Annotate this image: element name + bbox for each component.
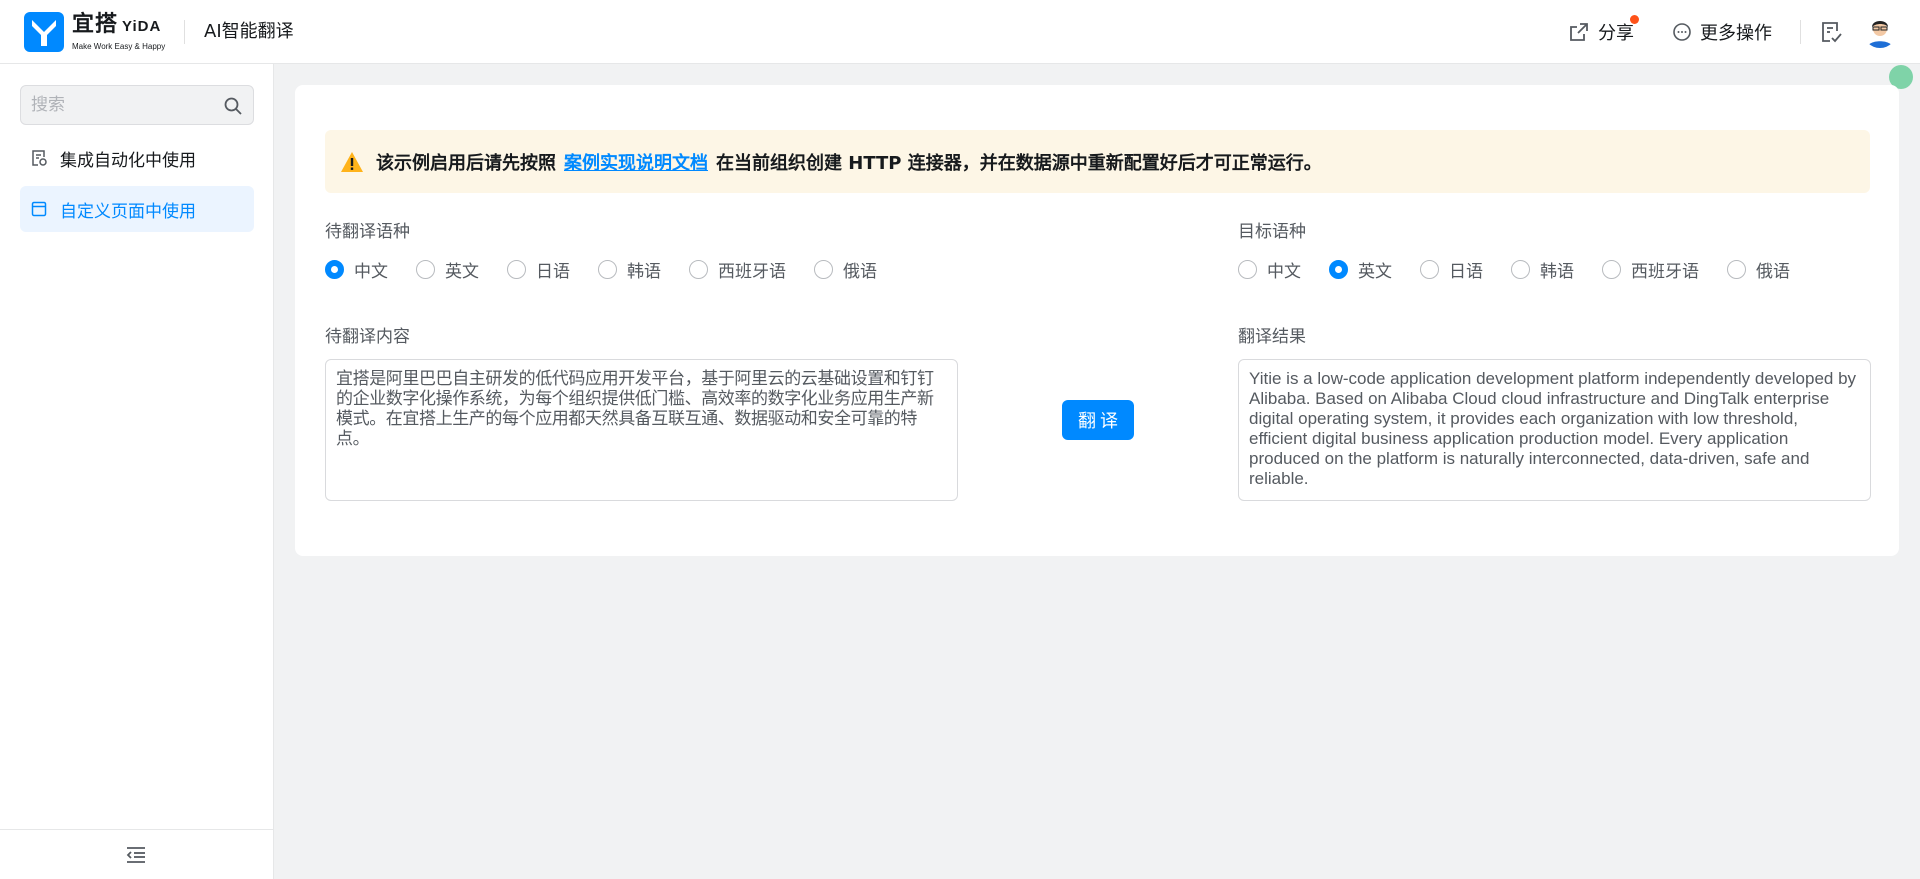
brand-name: 宜搭 bbox=[72, 12, 119, 37]
avatar-icon bbox=[1863, 14, 1897, 48]
header-divider bbox=[184, 20, 185, 44]
source-language-radio-group: 中文 英文 日语 韩语 西班牙语 俄语 bbox=[325, 257, 905, 282]
notification-dot bbox=[1630, 15, 1639, 24]
page-icon bbox=[31, 201, 47, 217]
source-text-area[interactable]: 宜搭是阿里巴巴自主研发的低代码应用开发平台，基于阿里云的云基础设置和钉钉的企业数… bbox=[325, 359, 958, 501]
radio-circle bbox=[416, 260, 435, 279]
target-language-radio-group: 中文 英文 日语 韩语 西班牙语 俄语 bbox=[1238, 257, 1818, 282]
target-radio-ko[interactable]: 韩语 bbox=[1511, 257, 1574, 282]
source-radio-en[interactable]: 英文 bbox=[416, 257, 479, 282]
radio-circle bbox=[689, 260, 708, 279]
radio-circle bbox=[814, 260, 833, 279]
source-radio-ru[interactable]: 俄语 bbox=[814, 257, 877, 282]
source-radio-es[interactable]: 西班牙语 bbox=[689, 257, 786, 282]
brand: 宜搭 YiDA Make Work Easy & Happy bbox=[72, 12, 166, 52]
top-header: 宜搭 YiDA Make Work Easy & Happy AI智能翻译 分享 … bbox=[0, 0, 1920, 64]
target-radio-ru[interactable]: 俄语 bbox=[1727, 257, 1790, 282]
collapse-sidebar-icon[interactable] bbox=[124, 843, 148, 867]
notice-suffix: 在当前组织创建 HTTP 连接器，并在数据源中重新配置好后才可正常运行。 bbox=[716, 152, 1322, 174]
radio-circle bbox=[1727, 260, 1746, 279]
target-radio-zh[interactable]: 中文 bbox=[1238, 257, 1301, 282]
translate-card: 该示例启用后请先按照 案例实现说明文档 在当前组织创建 HTTP 连接器，并在数… bbox=[295, 85, 1899, 556]
notice-prefix: 该示例启用后请先按照 bbox=[376, 152, 556, 174]
yida-logo-icon[interactable] bbox=[24, 12, 64, 52]
doc-link[interactable]: 案例实现说明文档 bbox=[564, 149, 708, 175]
more-label: 更多操作 bbox=[1700, 23, 1772, 44]
header-divider-right bbox=[1800, 20, 1801, 44]
radio-circle bbox=[325, 260, 344, 279]
source-radio-ko[interactable]: 韩语 bbox=[598, 257, 661, 282]
sidebar-search bbox=[20, 85, 254, 125]
notice-banner: 该示例启用后请先按照 案例实现说明文档 在当前组织创建 HTTP 连接器，并在数… bbox=[325, 130, 1870, 193]
sidebar-item-label: 自定义页面中使用 bbox=[60, 201, 196, 222]
translate-button[interactable]: 翻译 bbox=[1062, 400, 1134, 440]
source-content-label: 待翻译内容 bbox=[325, 327, 410, 347]
target-radio-en[interactable]: 英文 bbox=[1329, 257, 1392, 282]
source-language-label: 待翻译语种 bbox=[325, 222, 410, 242]
share-label: 分享 bbox=[1598, 23, 1634, 44]
share-icon bbox=[1570, 23, 1588, 41]
warning-icon bbox=[341, 151, 363, 172]
source-radio-ja[interactable]: 日语 bbox=[507, 257, 570, 282]
brand-slogan: Make Work Easy & Happy bbox=[72, 42, 166, 51]
sidebar-item-custom-page[interactable]: 自定义页面中使用 bbox=[20, 186, 254, 232]
share-button[interactable]: 分享 bbox=[1568, 15, 1639, 46]
sidebar-footer bbox=[0, 829, 273, 879]
radio-circle bbox=[1602, 260, 1621, 279]
radio-circle bbox=[1329, 260, 1348, 279]
translation-result-area[interactable]: Yitie is a low-code application developm… bbox=[1238, 359, 1871, 501]
brand-name-en: YiDA bbox=[122, 18, 162, 35]
radio-circle bbox=[598, 260, 617, 279]
app-title: AI智能翻译 bbox=[204, 21, 294, 42]
radio-circle bbox=[507, 260, 526, 279]
todo-check-icon[interactable] bbox=[1818, 19, 1844, 45]
source-radio-zh[interactable]: 中文 bbox=[325, 257, 388, 282]
search-input[interactable] bbox=[31, 86, 211, 124]
sidebar-item-automation[interactable]: 集成自动化中使用 bbox=[20, 135, 254, 181]
search-icon[interactable] bbox=[223, 96, 243, 116]
target-radio-ja[interactable]: 日语 bbox=[1420, 257, 1483, 282]
target-content-label: 翻译结果 bbox=[1238, 327, 1306, 347]
target-radio-es[interactable]: 西班牙语 bbox=[1602, 257, 1699, 282]
sidebar-item-label: 集成自动化中使用 bbox=[60, 150, 196, 171]
sidebar: 集成自动化中使用 自定义页面中使用 bbox=[0, 64, 274, 879]
more-actions-button[interactable]: 更多操作 bbox=[1672, 18, 1772, 46]
user-avatar[interactable] bbox=[1863, 14, 1897, 48]
radio-circle bbox=[1238, 260, 1257, 279]
radio-circle bbox=[1511, 260, 1530, 279]
document-icon bbox=[32, 150, 47, 166]
target-language-label: 目标语种 bbox=[1238, 222, 1306, 242]
more-icon bbox=[1673, 23, 1691, 41]
radio-circle bbox=[1420, 260, 1439, 279]
